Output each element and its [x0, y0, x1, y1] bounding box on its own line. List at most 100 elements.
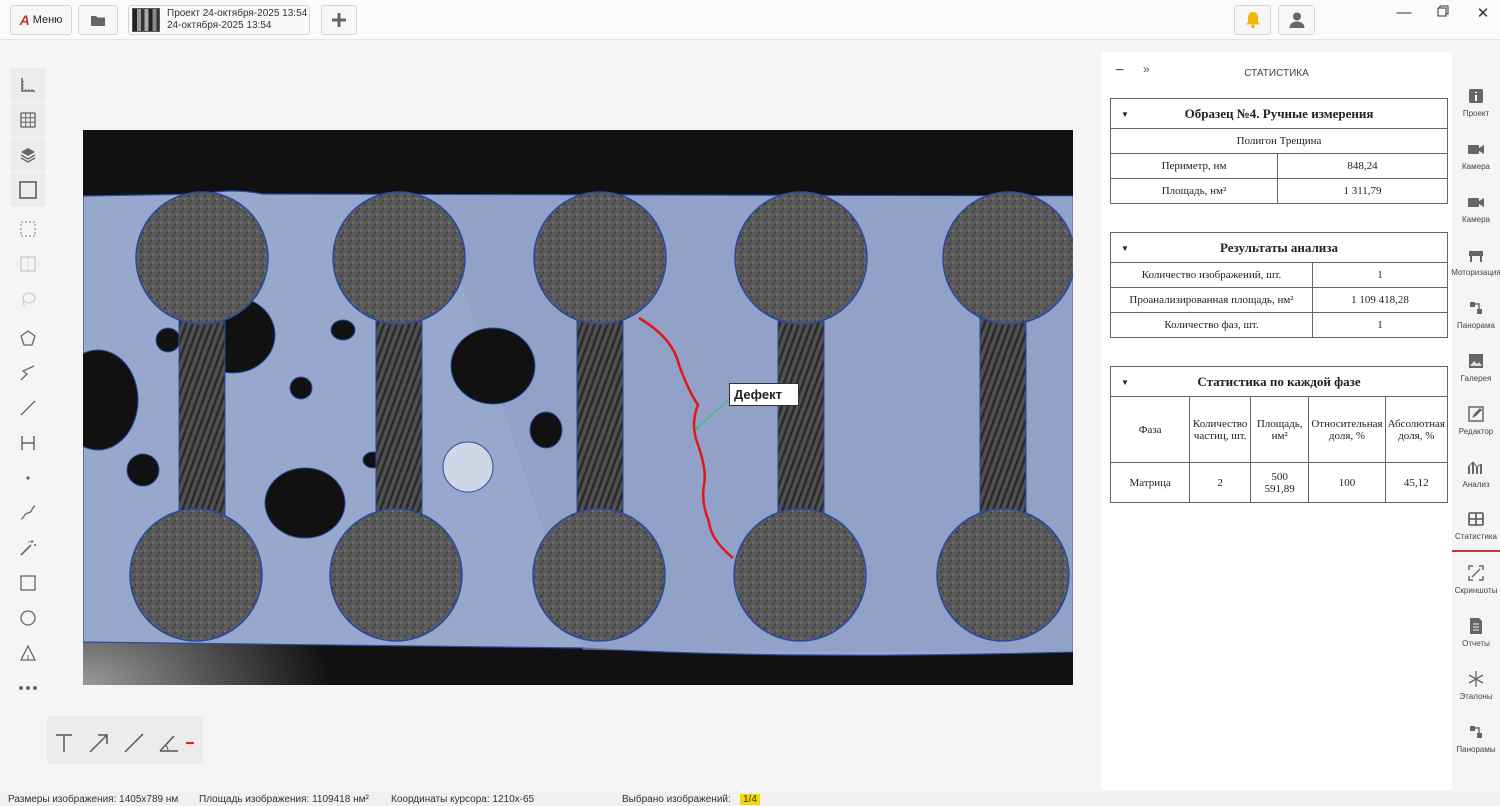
nav-motorization[interactable]: Моторизация	[1451, 235, 1500, 287]
table-row: Площадь, нм² 1 311,79	[1110, 178, 1448, 204]
layers-tool[interactable]	[10, 138, 46, 172]
cursor-coordinates-status: Координаты курсора: 1210x-65	[391, 794, 535, 805]
grid-tool[interactable]	[10, 103, 46, 137]
nav-panoramas[interactable]: Панорамы	[1452, 712, 1500, 764]
text-tool[interactable]	[51, 730, 77, 756]
nav-camera-1[interactable]: Камера	[1452, 129, 1500, 181]
nav-label: Эталоны	[1459, 691, 1493, 701]
nav-label: Скриншоты	[1454, 585, 1498, 595]
relative-share-cell: 100	[1308, 462, 1386, 503]
triangle-icon	[19, 644, 37, 661]
phases-caption: Статистика по каждой фазе	[1197, 373, 1361, 389]
column-header: Относительная доля, %	[1308, 396, 1386, 463]
ellipse-tool[interactable]	[10, 601, 46, 635]
more-tools-button[interactable]	[10, 671, 46, 705]
line-tool[interactable]	[10, 391, 46, 425]
caliper-tool[interactable]	[10, 426, 46, 460]
row-value: 1	[1312, 312, 1448, 338]
open-folder-button[interactable]	[78, 5, 118, 35]
color-indicator[interactable]	[186, 742, 194, 744]
nav-panorama[interactable]: Панорама	[1452, 288, 1500, 340]
folder-icon	[91, 15, 105, 26]
table-caption[interactable]: ▼ Статистика по каждой фазе	[1110, 366, 1448, 397]
restore-window-button[interactable]	[1428, 4, 1458, 21]
collapse-triangle-icon: ▼	[1121, 244, 1129, 253]
nav-label: Камера	[1462, 214, 1490, 224]
analysis-icon	[1468, 460, 1482, 474]
nav-label: Статистика	[1454, 531, 1497, 541]
nav-editor[interactable]: Редактор	[1452, 394, 1500, 446]
row-label: Проанализированная площадь, нм²	[1110, 287, 1313, 313]
gallery-icon	[1469, 353, 1483, 368]
frame-tool[interactable]	[10, 173, 46, 207]
angle-icon	[159, 735, 178, 752]
point-tool[interactable]	[10, 461, 46, 495]
left-toolbar	[10, 68, 46, 706]
polygon-tool[interactable]	[10, 321, 46, 355]
table-caption[interactable]: ▼ Образец №4. Ручные измерения	[1110, 98, 1448, 129]
angle-tool[interactable]	[156, 730, 182, 756]
defect-annotation-label[interactable]: Дефект	[729, 383, 799, 406]
nav-camera-2[interactable]: Камера	[1452, 182, 1500, 234]
image-size-status: Размеры изображения: 1405x789 нм	[8, 794, 179, 805]
menu-button[interactable]: A Меню	[10, 5, 72, 35]
annotation-line-tool[interactable]	[121, 730, 147, 756]
table-header-row: Фаза Количество частиц, шт. Площадь, нм²…	[1109, 396, 1449, 463]
arrow-tool[interactable]	[86, 730, 112, 756]
edit-icon	[1468, 405, 1484, 422]
panoramas-icon	[1470, 725, 1482, 738]
sem-image-viewport[interactable]	[83, 130, 1073, 685]
magic-wand-tool[interactable]	[10, 531, 46, 565]
add-project-button[interactable]	[321, 5, 357, 35]
polyline-tool[interactable]	[10, 356, 46, 390]
menu-label: Меню	[32, 14, 63, 26]
selected-images-label: Выбрано изображений:	[622, 794, 731, 805]
more-dots-icon	[19, 686, 37, 690]
statistics-panel: − » СТАТИСТИКА ▼ Образец №4. Ручные измер…	[1101, 52, 1452, 790]
user-profile-button[interactable]	[1278, 5, 1315, 35]
nav-gallery[interactable]: Галерея	[1452, 341, 1500, 393]
column-header: Фаза	[1109, 396, 1191, 463]
point-icon	[26, 476, 30, 480]
split-select-tool[interactable]	[10, 247, 46, 281]
nav-label: Отчеты	[1462, 638, 1490, 648]
nav-standards[interactable]: Эталоны	[1452, 659, 1500, 711]
nav-project[interactable]: Проект	[1452, 76, 1500, 128]
table-row: Количество изображений, шт. 1	[1110, 262, 1448, 288]
project-selector[interactable]: Проект 24-октября-2025 13:54 24-октября-…	[128, 5, 310, 35]
sample-caption: Образец №4. Ручные измерения	[1184, 105, 1374, 121]
project-title: Проект 24-октября-2025 13:54	[167, 8, 308, 19]
polyline-icon	[20, 365, 35, 381]
nav-label: Панорама	[1457, 320, 1495, 330]
row-label: Периметр, нм	[1110, 153, 1278, 179]
nav-reports[interactable]: Отчеты	[1452, 606, 1500, 658]
area-cell: 500 591,89	[1249, 462, 1310, 503]
rect-select-tool[interactable]	[10, 212, 46, 246]
nav-label: Панорамы	[1456, 744, 1496, 754]
info-icon	[1469, 88, 1483, 103]
notifications-button[interactable]	[1234, 5, 1271, 35]
line-icon	[124, 733, 144, 753]
lasso-icon	[22, 292, 36, 307]
row-value: 1 109 418,28	[1312, 287, 1448, 313]
triangle-tool[interactable]	[10, 636, 46, 670]
stage-icon	[1469, 250, 1483, 262]
nav-label: Камера	[1462, 161, 1490, 171]
ruler-tool[interactable]	[10, 68, 46, 102]
column-header: Количество частиц, шт.	[1189, 396, 1251, 463]
user-icon	[1289, 12, 1304, 28]
lasso-tool[interactable]	[10, 282, 46, 316]
minimize-window-button[interactable]: —	[1389, 4, 1419, 21]
circle-icon	[20, 610, 36, 626]
close-window-button[interactable]: ✕	[1468, 4, 1498, 22]
table-caption[interactable]: ▼ Результаты анализа	[1110, 232, 1448, 263]
nav-screenshots[interactable]: Скриншоты	[1452, 553, 1500, 605]
nav-analysis[interactable]: Анализ	[1452, 447, 1500, 499]
rectangle-tool[interactable]	[10, 566, 46, 600]
nav-statistics[interactable]: Статистика	[1452, 500, 1500, 552]
restore-icon	[1437, 5, 1449, 17]
line-icon	[20, 400, 36, 416]
magic-wand-icon	[20, 540, 36, 556]
curve-tool[interactable]	[10, 496, 46, 530]
camera-icon	[1468, 144, 1484, 154]
